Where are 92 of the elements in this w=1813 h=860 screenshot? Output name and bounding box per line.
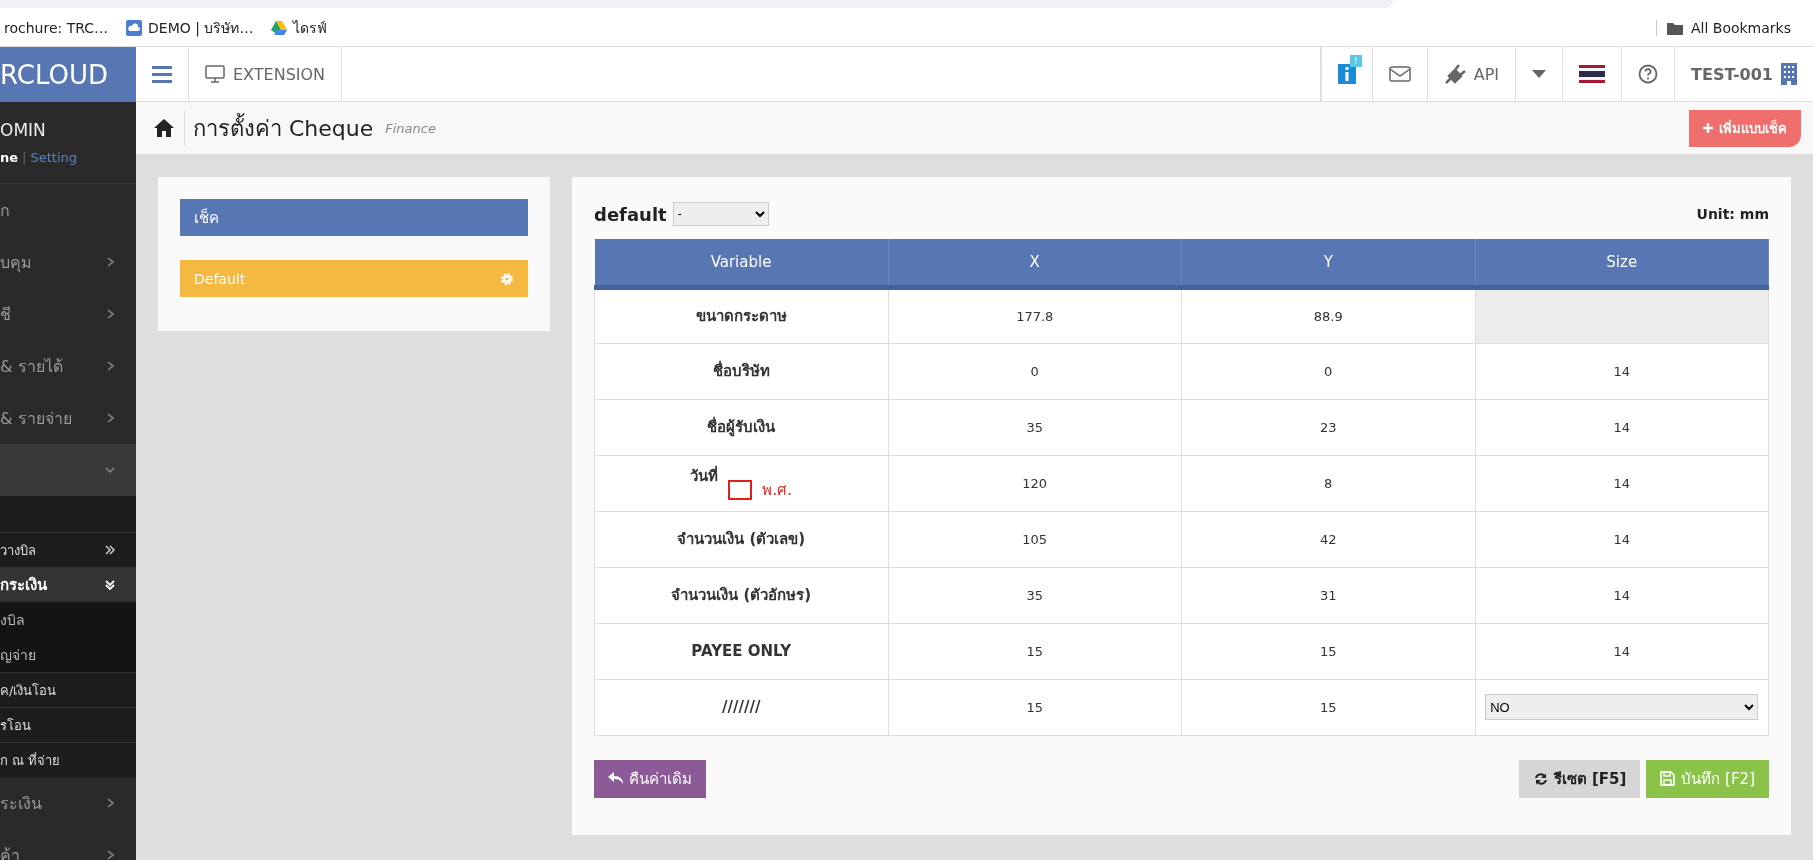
caret-icon	[1532, 70, 1547, 78]
chevron-right-icon	[104, 544, 116, 556]
home-icon	[154, 119, 174, 137]
sidebar-link[interactable]: Setting	[30, 150, 78, 183]
refresh-icon	[1532, 771, 1548, 786]
info-icon	[1337, 64, 1356, 84]
gear-icon	[500, 271, 514, 286]
floppy-icon	[1660, 771, 1676, 786]
table-cell: 14	[1475, 567, 1769, 623]
user-name: OMIN	[0, 119, 47, 142]
plug-icon	[1443, 64, 1466, 84]
extension-link[interactable]: EXTENSION	[233, 64, 326, 84]
table-cell: 8	[1181, 455, 1475, 511]
table-cell: 35	[888, 567, 1182, 623]
help-icon	[1638, 64, 1659, 84]
table-cell: 23	[1181, 399, 1475, 455]
menu-item[interactable]: รโอน	[0, 714, 31, 736]
column-header: Y	[1181, 239, 1475, 287]
menu-item[interactable]: ค้า	[0, 842, 20, 860]
page-subtitle: Finance	[385, 120, 436, 136]
menu-item[interactable]: & รายได้	[0, 353, 63, 379]
menu-item[interactable]: ชี	[0, 301, 11, 327]
table-cell: 88.9	[1181, 287, 1475, 343]
menu-item[interactable]: บคุม	[0, 249, 32, 275]
table-cell: 15	[888, 679, 1182, 735]
menu-icon	[152, 65, 172, 83]
table-cell: ชื่อผู้รับเงิน	[594, 399, 888, 455]
table-cell: 15	[888, 623, 1182, 679]
menu-item[interactable]: & รายจ่าย	[0, 405, 72, 431]
table-cell: 14	[1475, 511, 1769, 567]
bookmarks-link[interactable]: All Bookmarks	[1690, 20, 1791, 36]
default-select[interactable]: -	[672, 202, 769, 226]
column-header: Variable	[594, 239, 888, 287]
company-name[interactable]: TEST-001	[1691, 64, 1773, 84]
mail-icon	[1388, 66, 1411, 82]
unit-label: Unit: mm	[1696, 206, 1769, 222]
menu-item[interactable]: ญจ่าย	[0, 643, 36, 666]
table-cell: ///////	[594, 679, 888, 735]
menu-item[interactable]: กระเงิน	[0, 573, 47, 597]
table-cell: จำนวนเงิน (ตัวอักษร)	[594, 567, 888, 623]
table-cell: 14	[1475, 343, 1769, 399]
drive-icon	[271, 21, 288, 35]
table-cell: ชื่อบริษัท	[594, 343, 888, 399]
building-icon	[1781, 63, 1797, 85]
table-cell: 35	[888, 399, 1182, 455]
variable-name: วันที่	[690, 464, 719, 487]
table-cell: 177.8	[888, 287, 1182, 343]
sidebar-link[interactable]: ne	[0, 150, 19, 183]
column-header: Size	[1475, 239, 1769, 287]
table-cell: จำนวนเงิน (ตัวเลข)	[594, 511, 888, 567]
table-cell: 0	[1181, 343, 1475, 399]
table-cell: 14	[1475, 623, 1769, 679]
table-cell: 120	[888, 455, 1182, 511]
table-cell: 15	[1181, 623, 1475, 679]
checkbox[interactable]	[728, 480, 753, 500]
folder-icon	[1666, 21, 1683, 35]
bookmark-link[interactable]: rochure: TRC…	[4, 20, 109, 36]
chevron-down-icon	[104, 464, 116, 476]
table-cell: 42	[1181, 511, 1475, 567]
column-header: X	[888, 239, 1182, 287]
reply-icon	[608, 771, 623, 786]
table-cell: PAYEE ONLY	[594, 623, 888, 679]
table-cell: 105	[888, 511, 1182, 567]
template-heading: เช็ค	[180, 199, 528, 236]
bookmark-link[interactable]: ไดรฟ์	[293, 17, 328, 39]
table-cell: 14	[1475, 399, 1769, 455]
notification-badge: !	[1350, 55, 1362, 67]
reset-button[interactable]: รีเซต [F5]	[1518, 759, 1641, 798]
table-cell: 31	[1181, 567, 1475, 623]
add-button[interactable]: เพิ่มแบบเช็ค	[1689, 109, 1801, 147]
menu-item[interactable]: วางบิล	[0, 539, 36, 561]
flag-icon	[1579, 65, 1606, 83]
api-link[interactable]: API	[1473, 64, 1500, 84]
bookmark-link[interactable]: DEMO | บริษัท…	[148, 17, 254, 39]
default-label: default	[594, 203, 667, 225]
cloud-icon	[126, 20, 143, 36]
checkbox-label: พ.ศ.	[762, 480, 792, 501]
table-cell: 14	[1475, 455, 1769, 511]
page-title: การตั้งค่า Cheque	[184, 110, 374, 146]
table-cell: 0	[888, 343, 1182, 399]
logo[interactable]: RCLOUD	[0, 47, 136, 102]
monitor-icon	[205, 65, 225, 83]
chevron-down-icon	[104, 579, 116, 591]
plus-icon	[1703, 123, 1713, 133]
restore-button[interactable]: คืนค่าเดิม	[594, 759, 706, 798]
size-select[interactable]: NO	[1485, 694, 1759, 720]
table-cell: 15	[1181, 679, 1475, 735]
link-divider: |	[22, 150, 27, 167]
menu-item[interactable]: ก	[0, 197, 10, 223]
menu-item[interactable]: งบิล	[0, 608, 25, 631]
menu-item[interactable]: ระเงิน	[0, 790, 42, 816]
table-cell: ขนาดกระดาษ	[594, 287, 888, 343]
